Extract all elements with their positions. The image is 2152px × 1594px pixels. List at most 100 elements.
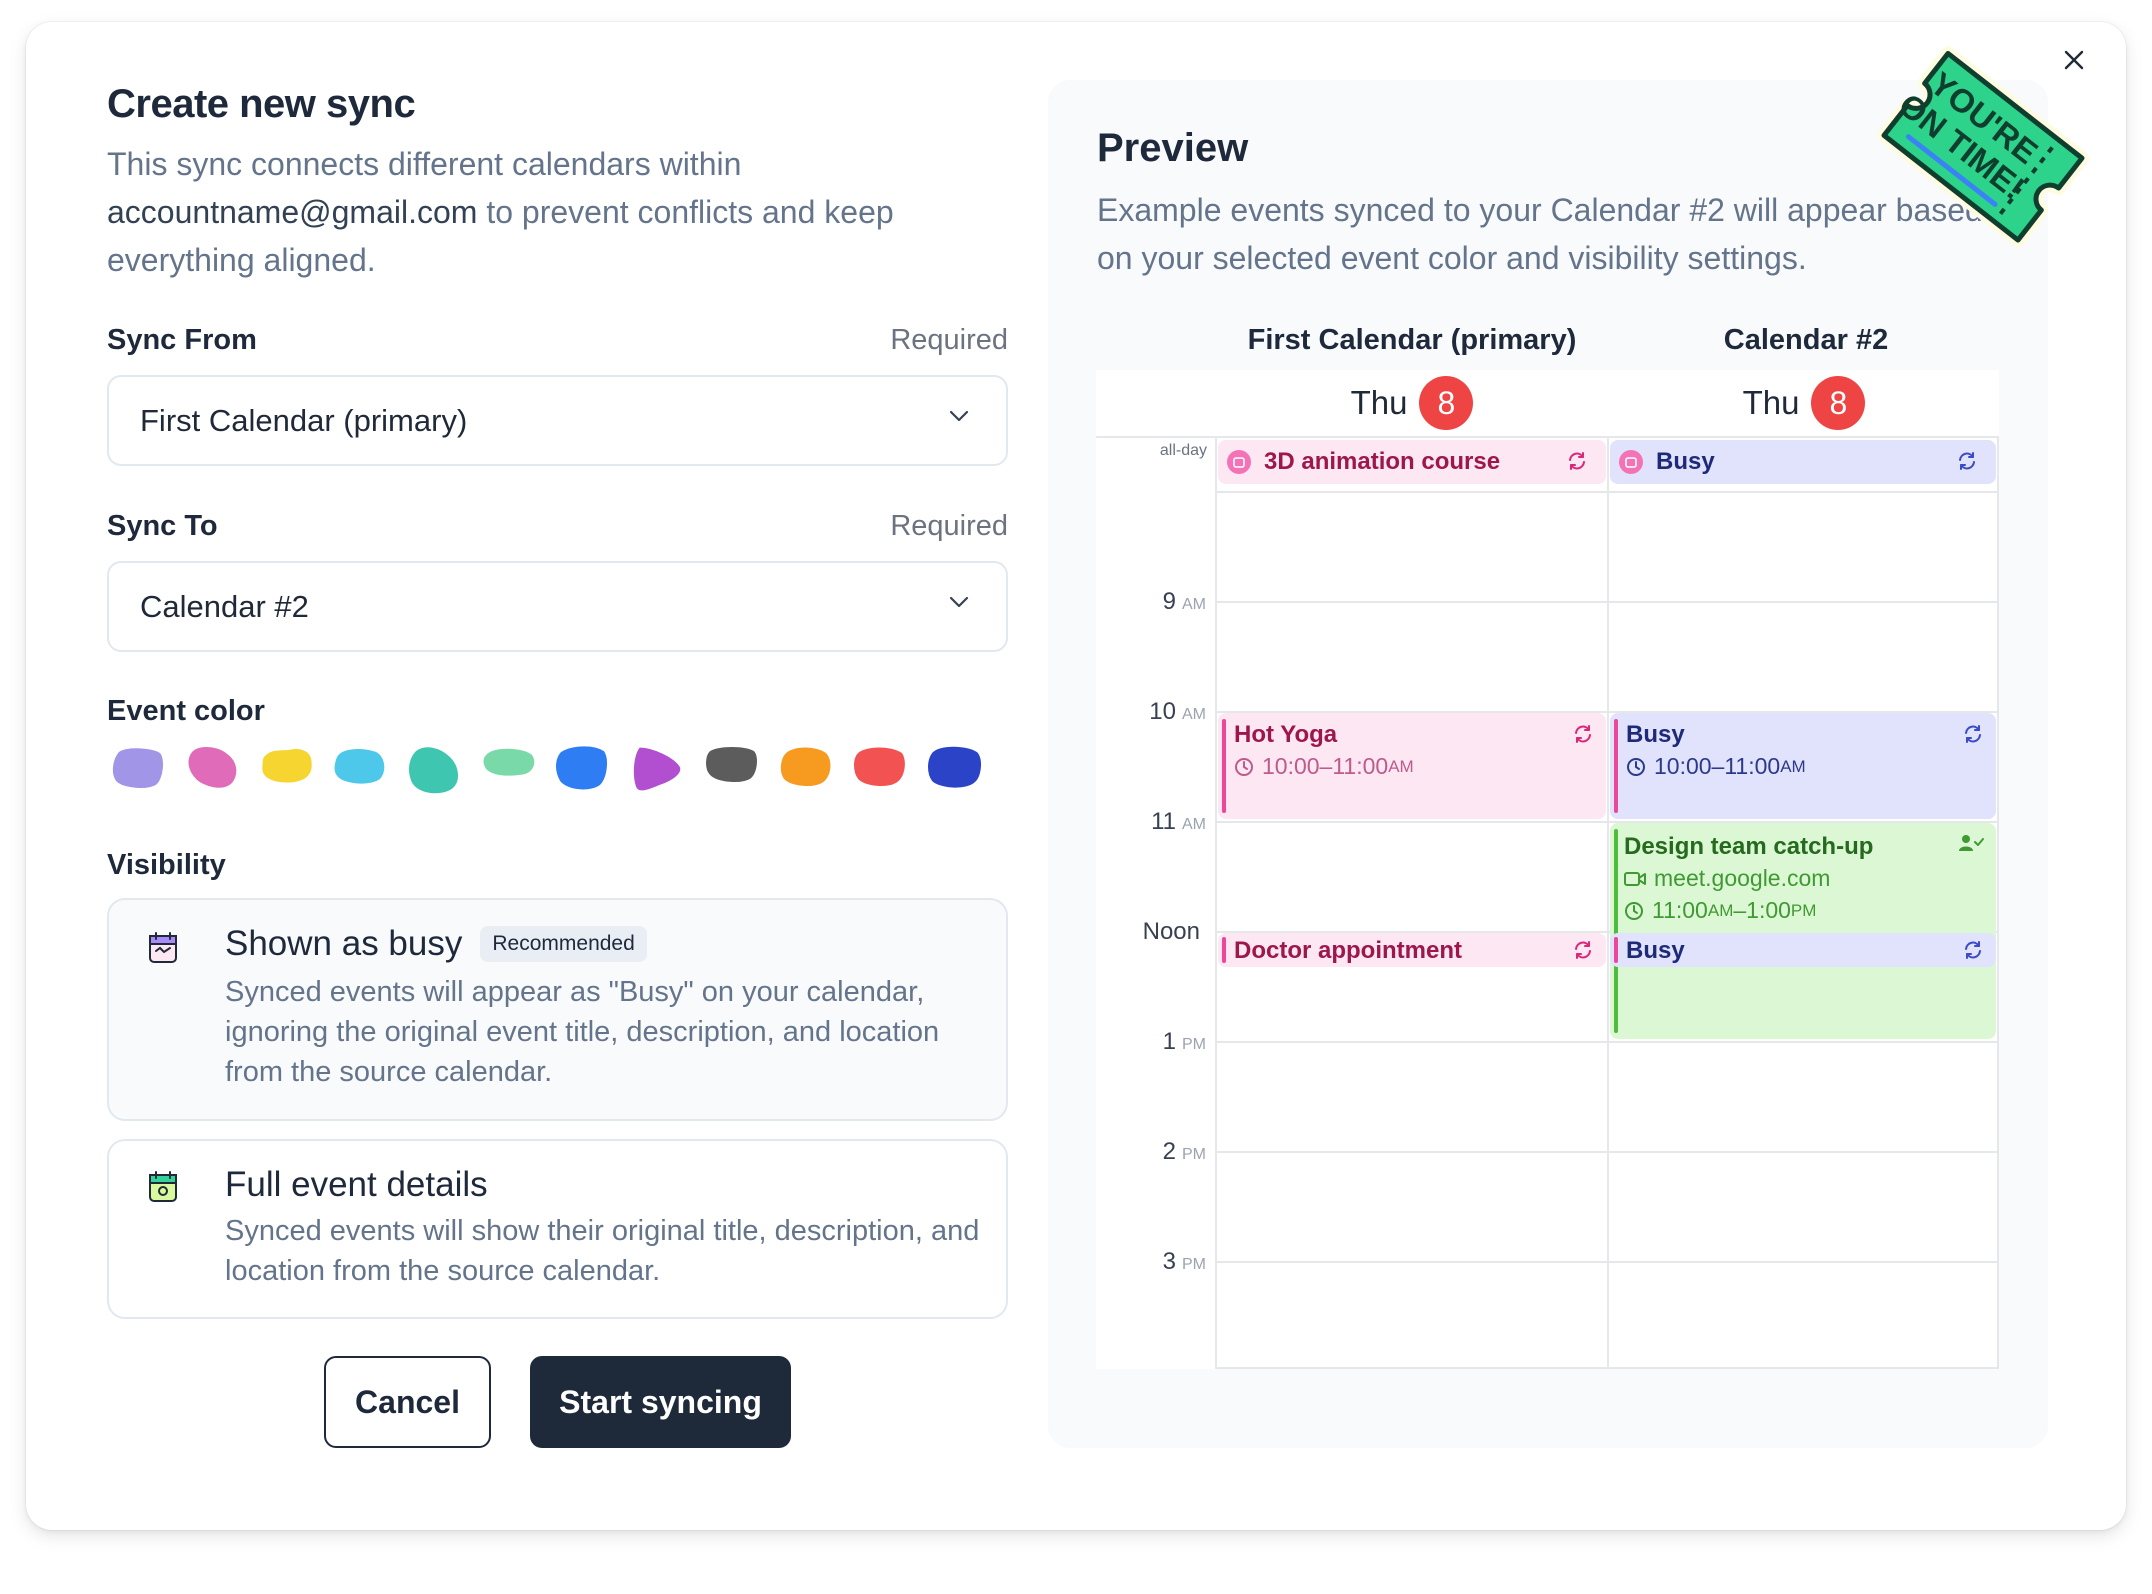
- color-swatch-indigo[interactable]: [925, 742, 985, 792]
- divider: [1096, 436, 1999, 438]
- day-header: Thu 8: [1608, 370, 2000, 436]
- calendar-busy-icon: [149, 932, 177, 963]
- event-time: 10:00–11:00 AM: [1234, 753, 1414, 780]
- event-time: 11:00 AM –1:00 PM: [1624, 897, 1816, 924]
- sync-to-select[interactable]: Calendar #2: [107, 561, 1008, 652]
- color-swatch-gray[interactable]: [703, 742, 761, 786]
- event-location: meet.google.com: [1624, 865, 1830, 892]
- event-busy-allday[interactable]: Busy: [1610, 440, 1996, 484]
- chevron-down-icon: [949, 410, 969, 422]
- day-header: Thu 8: [1216, 370, 1608, 436]
- event-color-bar: [1222, 719, 1226, 813]
- event-design-team[interactable]: Design team catch-up meet.google.com 11:…: [1610, 823, 1996, 1039]
- color-swatch-teal[interactable]: [405, 742, 463, 798]
- visibility-option-full[interactable]: Full event details Synced events will sh…: [107, 1139, 1008, 1319]
- visibility-option-title: Shown as busy Recommended: [225, 924, 647, 964]
- description-text: This sync connects different calendars w…: [107, 146, 742, 182]
- color-swatches: [107, 742, 987, 808]
- visibility-label: Visibility: [107, 849, 226, 881]
- calendar-dot-icon: [1227, 450, 1251, 474]
- event-time-ampm: PM: [1790, 900, 1817, 920]
- grid-line: [1216, 601, 1999, 603]
- cancel-button[interactable]: Cancel: [324, 1356, 491, 1448]
- sync-from-value: First Calendar (primary): [140, 402, 468, 438]
- event-link: meet.google.com: [1654, 865, 1831, 891]
- grid-line: [1216, 1367, 1999, 1369]
- calendar-details-icon: [149, 1171, 177, 1202]
- sync-from-label: Sync From: [107, 324, 257, 356]
- event-color-bar: [1614, 937, 1618, 963]
- visibility-full-description: Synced events will show their original t…: [225, 1215, 980, 1287]
- color-swatch-mint[interactable]: [479, 742, 539, 782]
- chevron-down-icon: [949, 596, 969, 608]
- time-hour: 2: [1162, 1138, 1176, 1165]
- time-hour: 11: [1151, 808, 1176, 835]
- event-color-bar: [1614, 719, 1618, 813]
- event-time: 10:00–11:00 AM: [1626, 753, 1806, 780]
- event-title: 3D animation course: [1264, 448, 1501, 475]
- visibility-option-busy[interactable]: Shown as busy Recommended Synced events …: [107, 898, 1008, 1121]
- event-title: Design team catch-up: [1624, 833, 1874, 860]
- preview-calendar-2-name: Calendar #2: [1723, 324, 1889, 356]
- event-busy-morning[interactable]: Busy 10:00–11:00 AM: [1610, 713, 1996, 819]
- sync-from-select[interactable]: First Calendar (primary): [107, 375, 1008, 466]
- event-color-label: Event color: [107, 695, 265, 727]
- all-day-label: all-day: [1159, 442, 1207, 459]
- preview-calendar-1-name: First Calendar (primary): [1247, 324, 1577, 356]
- grid-line: [1216, 1261, 1999, 1263]
- event-title: Hot Yoga: [1234, 721, 1338, 748]
- start-syncing-button[interactable]: Start syncing: [530, 1356, 791, 1448]
- grid-line: [1216, 1041, 1999, 1043]
- day-name: Thu: [1742, 384, 1800, 421]
- event-title: Doctor appointment: [1234, 937, 1462, 964]
- event-time-value: 11:00: [1652, 897, 1708, 923]
- date-badge: 8: [1419, 376, 1474, 430]
- time-suffix: AM: [1182, 596, 1206, 613]
- time-hour: Noon: [1142, 918, 1200, 945]
- sync-from-required: Required: [890, 324, 1008, 356]
- event-time-value: 10:00–11:00: [1262, 753, 1389, 779]
- visibility-full-title: Full event details: [225, 1165, 488, 1204]
- grid-line: [1216, 491, 1999, 493]
- time-label: 3 PM: [1096, 1248, 1206, 1276]
- sync-icon: [1575, 725, 1591, 743]
- preview-calendar: Thu 8 Thu 8 all-day 9 AM 10 AM 11 AM Noon 1…: [1096, 370, 1999, 1369]
- color-swatch-pink[interactable]: [183, 742, 243, 794]
- time-hour: 10: [1149, 698, 1176, 725]
- grid-line: [1215, 436, 1217, 1369]
- event-doctor-appointment[interactable]: Doctor appointment: [1218, 933, 1606, 967]
- event-color-bar: [1222, 937, 1226, 963]
- event-time-ampm: AM: [1780, 756, 1806, 776]
- time-hour: 3: [1162, 1248, 1176, 1275]
- color-swatch-blue[interactable]: [553, 742, 611, 794]
- time-label: 10 AM: [1096, 698, 1206, 726]
- time-suffix: AM: [1182, 706, 1206, 723]
- event-time-value: 10:00–11:00: [1654, 753, 1781, 779]
- on-time-sticker: YOU'RE ON TIME!: [1877, 46, 2089, 248]
- clock-icon: [1627, 757, 1645, 776]
- color-swatch-red[interactable]: [851, 742, 909, 790]
- event-time-ampm: AM: [1707, 900, 1734, 920]
- sync-icon: [1965, 941, 1981, 959]
- color-swatch-purple[interactable]: [629, 742, 685, 798]
- video-icon: [1624, 871, 1646, 886]
- event-animation-course[interactable]: 3D animation course: [1218, 440, 1606, 484]
- color-swatch-sky[interactable]: [331, 742, 389, 788]
- sync-icon: [1959, 452, 1975, 470]
- color-swatch-orange[interactable]: [777, 742, 835, 790]
- color-swatch-yellow[interactable]: [257, 742, 317, 788]
- color-swatch-lavender[interactable]: [109, 742, 167, 792]
- grid-line: [1997, 436, 1999, 1369]
- calendar-dot-icon: [1619, 450, 1643, 474]
- recommended-badge: Recommended: [480, 926, 647, 962]
- event-busy-afternoon[interactable]: Busy: [1610, 933, 1996, 967]
- account-email: accountname@gmail.com: [107, 194, 478, 230]
- preview-title: Preview: [1097, 126, 1249, 170]
- event-time-ampm: AM: [1388, 756, 1414, 776]
- visibility-busy-description: Synced events will appear as "Busy" on y…: [225, 976, 940, 1088]
- event-hot-yoga[interactable]: Hot Yoga 10:00–11:00 AM: [1218, 713, 1606, 819]
- event-title: Busy: [1626, 721, 1685, 748]
- sync-icon: [1575, 941, 1591, 959]
- sync-icon: [1965, 725, 1981, 743]
- day-name: Thu: [1350, 384, 1408, 421]
